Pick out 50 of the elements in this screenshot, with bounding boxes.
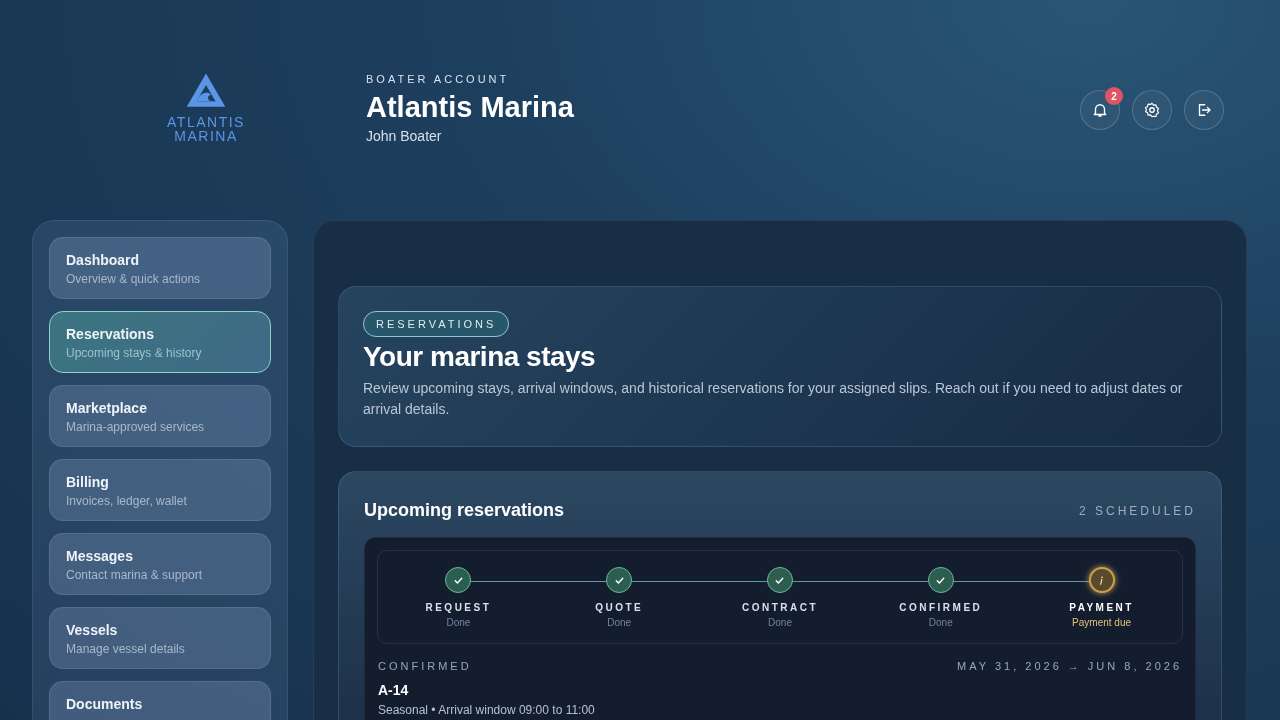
nav-item-label: Marketplace (66, 400, 148, 416)
step-status: Done (446, 617, 471, 628)
nav-item-description: Manage vessel details (66, 642, 186, 656)
section-title: Your marina stays (363, 341, 597, 373)
notification-badge: 2 (1105, 87, 1123, 105)
slip-number: A-14 (378, 682, 410, 698)
nav-item-label: Dashboard (66, 252, 141, 268)
settings-icon (1143, 101, 1161, 119)
sidebar-nav-item[interactable]: Dashboard Overview & quick actions (49, 237, 271, 299)
section-description: Review upcoming stays, arrival windows, and historical reservations for your assigned slips. Reach out if you need to adjust dates or arrival details. (363, 379, 1184, 419)
reservation-status: CONFIRMED (378, 660, 472, 672)
settings-button[interactable] (1132, 90, 1172, 130)
scheduled-count: 2 SCHEDULED (1078, 503, 1196, 518)
bell-icon (1091, 101, 1109, 119)
nav-item-label: Billing (66, 474, 110, 490)
section-tag: RESERVATIONS (363, 311, 510, 337)
step-label: REQUEST (425, 602, 492, 613)
sidebar-nav-item[interactable]: Billing Invoices, ledger, wallet (49, 459, 271, 521)
logo-text: ATLANTIS (167, 115, 245, 129)
nav-item-description: Marina-approved services (66, 420, 206, 434)
page-title: Atlantis Marina (366, 91, 575, 124)
nav-item-label: Reservations (66, 326, 155, 342)
step-status: Done (607, 617, 632, 628)
step-label: CONTRACT (741, 602, 819, 613)
step-label: QUOTE (595, 602, 644, 613)
notifications-button[interactable]: 2 (1080, 90, 1120, 130)
sidebar-nav-item[interactable]: Documents (49, 681, 271, 720)
sidebar-nav-item[interactable]: Reservations Upcoming stays & history (49, 311, 271, 373)
nav-item-label: Messages (66, 548, 134, 564)
nav-item-label: Documents (66, 696, 144, 712)
sidebar-nav-item[interactable]: Marketplace Marina-approved services (49, 385, 271, 447)
logo-text: MARINA (173, 129, 239, 143)
reservation-dates: MAY 31, 2026 → JUN 8, 2026 (957, 660, 1182, 672)
step-label: PAYMENT (1069, 602, 1134, 613)
step-status: Done (928, 617, 953, 628)
nav-item-label: Vessels (66, 622, 119, 638)
reservation-details: Seasonal • Arrival window 09:00 to 11:00 (378, 703, 596, 717)
step-status: Payment due (1072, 617, 1132, 628)
nav-item-description: Invoices, ledger, wallet (66, 494, 188, 508)
user-name: John Boater (366, 128, 443, 144)
sidebar-nav-item[interactable]: Messages Contact marina & support (49, 533, 271, 595)
step-status: Done (768, 617, 792, 628)
sidebar-nav-item[interactable]: Vessels Manage vessel details (49, 607, 271, 669)
nav-item-description: Overview & quick actions (66, 272, 202, 286)
logout-button[interactable] (1184, 90, 1224, 130)
nav-item-description: Upcoming stays & history (66, 346, 203, 360)
account-label: BOATER ACCOUNT (366, 73, 511, 85)
card-title: Upcoming reservations (364, 500, 565, 521)
step-label: CONFIRMED (899, 602, 983, 613)
nav-item-description: Contact marina & support (66, 568, 204, 582)
